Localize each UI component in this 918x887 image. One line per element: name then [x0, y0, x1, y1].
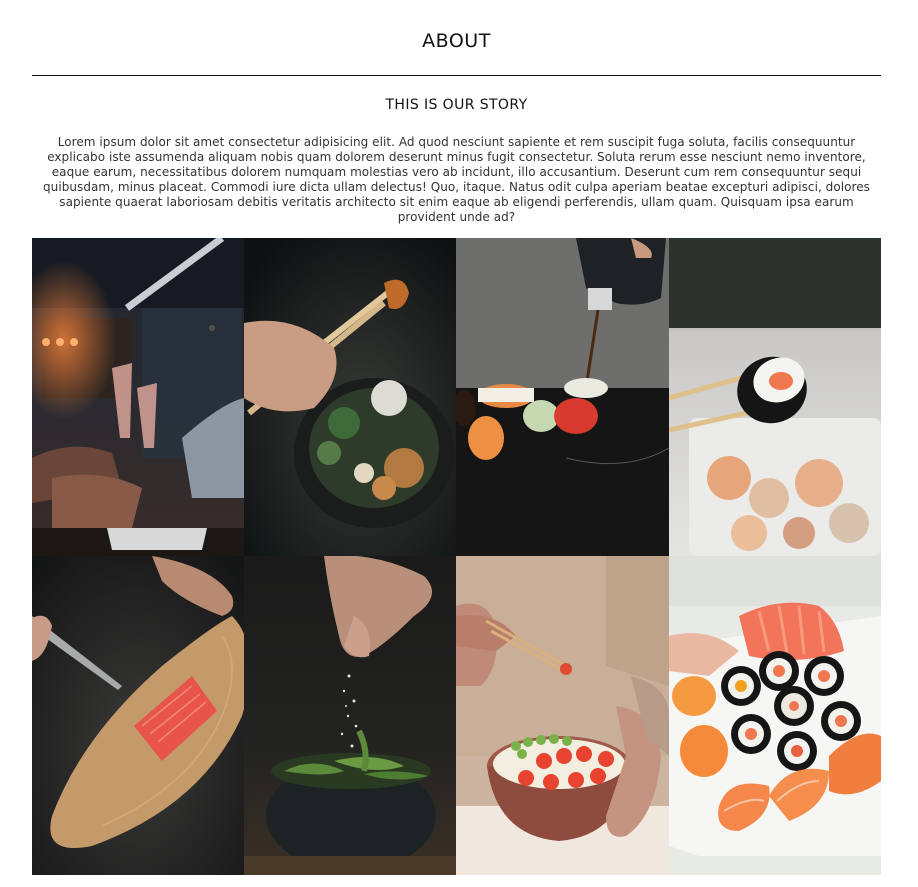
gallery-photo-poke-bowl[interactable] [456, 556, 669, 875]
title-divider [32, 75, 881, 76]
gallery-photo-bowl-chopsticks[interactable] [244, 238, 456, 556]
story-heading: THIS IS OUR STORY [385, 97, 528, 113]
gallery-photo-toast[interactable] [32, 238, 244, 556]
page-title: ABOUT [422, 30, 491, 52]
gallery-photo-edamame[interactable] [244, 556, 456, 875]
photo-gallery [32, 238, 881, 875]
gallery-photo-sushi-roll[interactable] [669, 238, 881, 556]
gallery-photo-sushi-platter[interactable] [669, 556, 881, 875]
story-text: Lorem ipsum dolor sit amet consectetur a… [43, 135, 870, 224]
gallery-photo-sushi-sauce[interactable] [456, 238, 669, 556]
gallery-photo-salmon-board[interactable] [32, 556, 244, 875]
